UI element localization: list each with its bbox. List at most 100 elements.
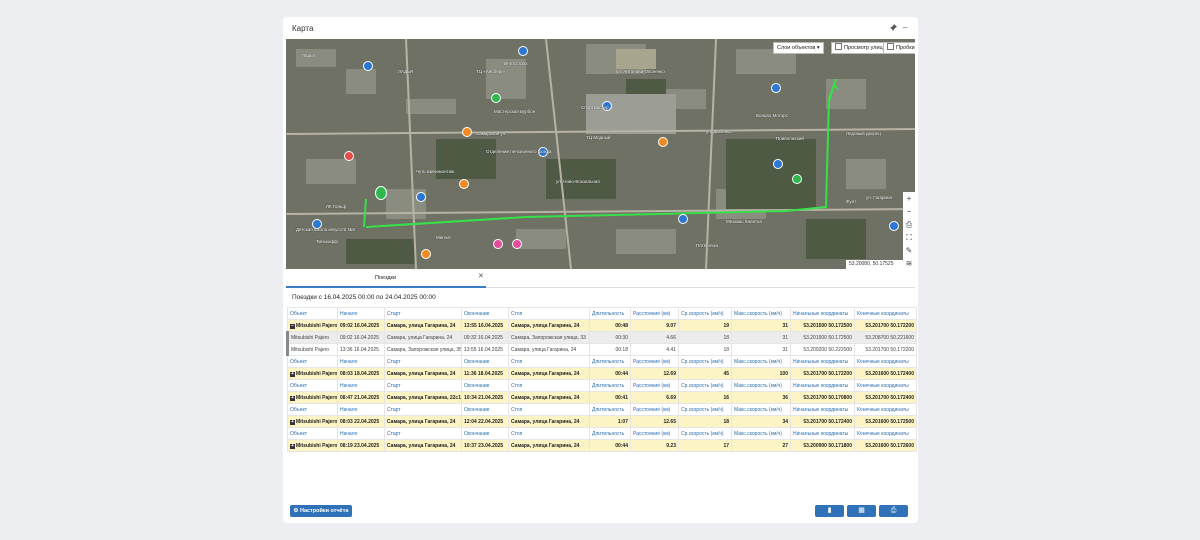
poi-icon[interactable] — [889, 221, 899, 231]
close-icon[interactable]: ✕ — [478, 272, 484, 280]
traffic-toggle[interactable]: Пробки — [883, 42, 915, 54]
fullscreen-icon[interactable]: ⛶ — [903, 231, 915, 244]
column-header: Стоп — [508, 355, 590, 368]
poi-icon[interactable] — [771, 83, 781, 93]
expand-toggle-icon[interactable]: + — [290, 419, 295, 425]
cell-text: Mitsubishi Pajero — [296, 418, 338, 425]
poi-icon[interactable] — [421, 249, 431, 259]
column-header: Окончание — [461, 379, 509, 392]
table-cell: 09:02 16.04.2025 — [337, 331, 385, 344]
ruler-icon[interactable]: ✎ — [903, 244, 915, 257]
table-header-row: Объект Начало Старт Окончание Стоп Длительнос… — [287, 403, 917, 416]
column-header: Ср.скорость (км/ч) — [678, 427, 732, 440]
table-cell: 31 — [731, 319, 791, 332]
column-header: Начальные координаты — [790, 403, 855, 416]
checkbox-icon[interactable] — [887, 43, 894, 50]
table-cell: 36 — [731, 391, 791, 404]
column-header: Макс.скорость (км/ч) — [731, 403, 791, 416]
column-header: Стоп — [508, 379, 590, 392]
column-header: Стоп — [508, 427, 590, 440]
layers-dropdown[interactable]: Слои объектов ▾ — [773, 42, 824, 54]
column-header: Старт — [384, 379, 462, 392]
poi-icon[interactable] — [416, 192, 426, 202]
table-cell: 31 — [731, 343, 791, 356]
column-header: Макс.скорость (км/ч) — [731, 379, 791, 392]
expand-toggle-icon[interactable]: + — [290, 395, 295, 401]
table-row[interactable]: + Mitsubishi Pajero 08:03 22.04.2025 Самара… — [287, 415, 917, 428]
poi-icon[interactable] — [493, 239, 503, 249]
report-settings-label: Настройки отчёта — [300, 508, 349, 514]
table-cell: 08:03 18.04.2025 — [337, 367, 385, 380]
poi-icon[interactable] — [518, 46, 528, 56]
column-header: Старт — [384, 403, 462, 416]
vehicle-marker-icon[interactable] — [375, 186, 387, 200]
table-cell: Самара, улица Гагарина, 24 — [508, 367, 590, 380]
map-label: Мастерская Бурбон — [494, 109, 536, 114]
table-cell: 53.201700 50.172400 — [854, 391, 917, 404]
poi-icon[interactable] — [462, 127, 472, 137]
table-row[interactable]: − Mitsubishi Pajero 09:02 16.04.2025 Самара… — [287, 319, 917, 332]
print-icon[interactable]: ⎙ — [903, 218, 915, 231]
table-cell: 9.07 — [630, 319, 679, 332]
poi-icon[interactable] — [344, 151, 354, 161]
map-label: Чуть Шиномонтаж — [416, 169, 455, 174]
tab-trips[interactable]: Поездки ✕ — [286, 269, 486, 288]
table-row[interactable]: + Mitsubishi Pajero 08:19 23.04.2025 Самара… — [287, 439, 917, 452]
poi-icon[interactable] — [491, 93, 501, 103]
table-cell: 53.201700 50.172400 — [790, 415, 855, 428]
traffic-label: Пробки — [896, 45, 915, 51]
column-header: Длительность — [589, 355, 631, 368]
minimize-icon[interactable]: – — [903, 24, 907, 32]
expand-toggle-icon[interactable]: + — [290, 371, 295, 377]
zoom-in-icon[interactable]: + — [903, 192, 915, 205]
table-cell: Самара, улица Гагарина, 24 — [508, 439, 590, 452]
map-view[interactable]: Ладья ЛАДЬЯ Ингосстрах Мастерская Бурбон… — [286, 39, 915, 269]
table-cell: 19 — [678, 319, 732, 332]
checkbox-icon[interactable] — [835, 43, 842, 50]
poi-icon[interactable] — [512, 239, 522, 249]
column-header: Начало — [337, 379, 385, 392]
poi-icon[interactable] — [363, 61, 373, 71]
table-cell: 1:07 — [589, 415, 631, 428]
table-cell: Самара, улица Гагарина, 24 — [384, 439, 462, 452]
column-header: Конечные координаты — [854, 307, 917, 320]
map-label: ТЦ «Айсберг» — [476, 69, 506, 74]
street-view-toggle[interactable]: Просмотр улиц — [831, 42, 887, 54]
pin-icon[interactable] — [889, 24, 897, 34]
column-header: Расстояние (км) — [630, 355, 679, 368]
expand-toggle-icon[interactable]: + — [290, 443, 295, 449]
poi-icon[interactable] — [678, 214, 688, 224]
table-cell: Самара, улица Гагарина, 24 — [384, 367, 462, 380]
column-header: Старт — [384, 427, 462, 440]
column-header: Длительность — [589, 403, 631, 416]
print-button[interactable]: ⎙ — [879, 505, 908, 517]
spreadsheet-icon: ▦ — [858, 507, 865, 514]
map-label: ул. Дыбенко — [706, 129, 732, 134]
table-cell: 4.41 — [630, 343, 679, 356]
export-document-button[interactable]: ▮ — [815, 505, 844, 517]
table-cell: Самара, Запорожская улица, 33 — [508, 331, 590, 344]
column-header: Начало — [337, 307, 385, 320]
street-view-label: Просмотр улиц — [844, 45, 883, 51]
table-cell: 10:34 21.04.2025 — [461, 391, 509, 404]
report-settings-button[interactable]: ⚙ Настройки отчёта — [290, 505, 352, 517]
table-cell: 6.69 — [630, 391, 679, 404]
table-cell: 45 — [678, 367, 732, 380]
table-cell: Самара, улица Гагарина, 24 — [508, 391, 590, 404]
map-label: ул. Антонова-Овсеенко — [616, 69, 665, 74]
map-label: Пятёрочка — [696, 243, 719, 248]
export-spreadsheet-button[interactable]: ▦ — [847, 505, 876, 517]
poi-icon[interactable] — [773, 159, 783, 169]
expand-toggle-icon[interactable]: − — [290, 323, 295, 329]
zoom-out-icon[interactable]: − — [903, 205, 915, 218]
poi-icon[interactable] — [792, 174, 802, 184]
table-row[interactable]: + Mitsubishi Pajero 08:03 18.04.2025 Самара… — [287, 367, 917, 380]
poi-icon[interactable] — [658, 137, 668, 147]
table-row[interactable]: + Mitsubishi Pajero 08:47 21.04.2025 Самара… — [287, 391, 917, 404]
layers-icon[interactable]: ≋ — [903, 257, 915, 269]
column-header: Конечные координаты — [854, 427, 917, 440]
poi-icon[interactable] — [459, 179, 469, 189]
table-cell: 34 — [731, 415, 791, 428]
table-cell: 53.201600 50.172600 — [854, 439, 917, 452]
map-label: Вольво Моторс — [756, 113, 788, 118]
